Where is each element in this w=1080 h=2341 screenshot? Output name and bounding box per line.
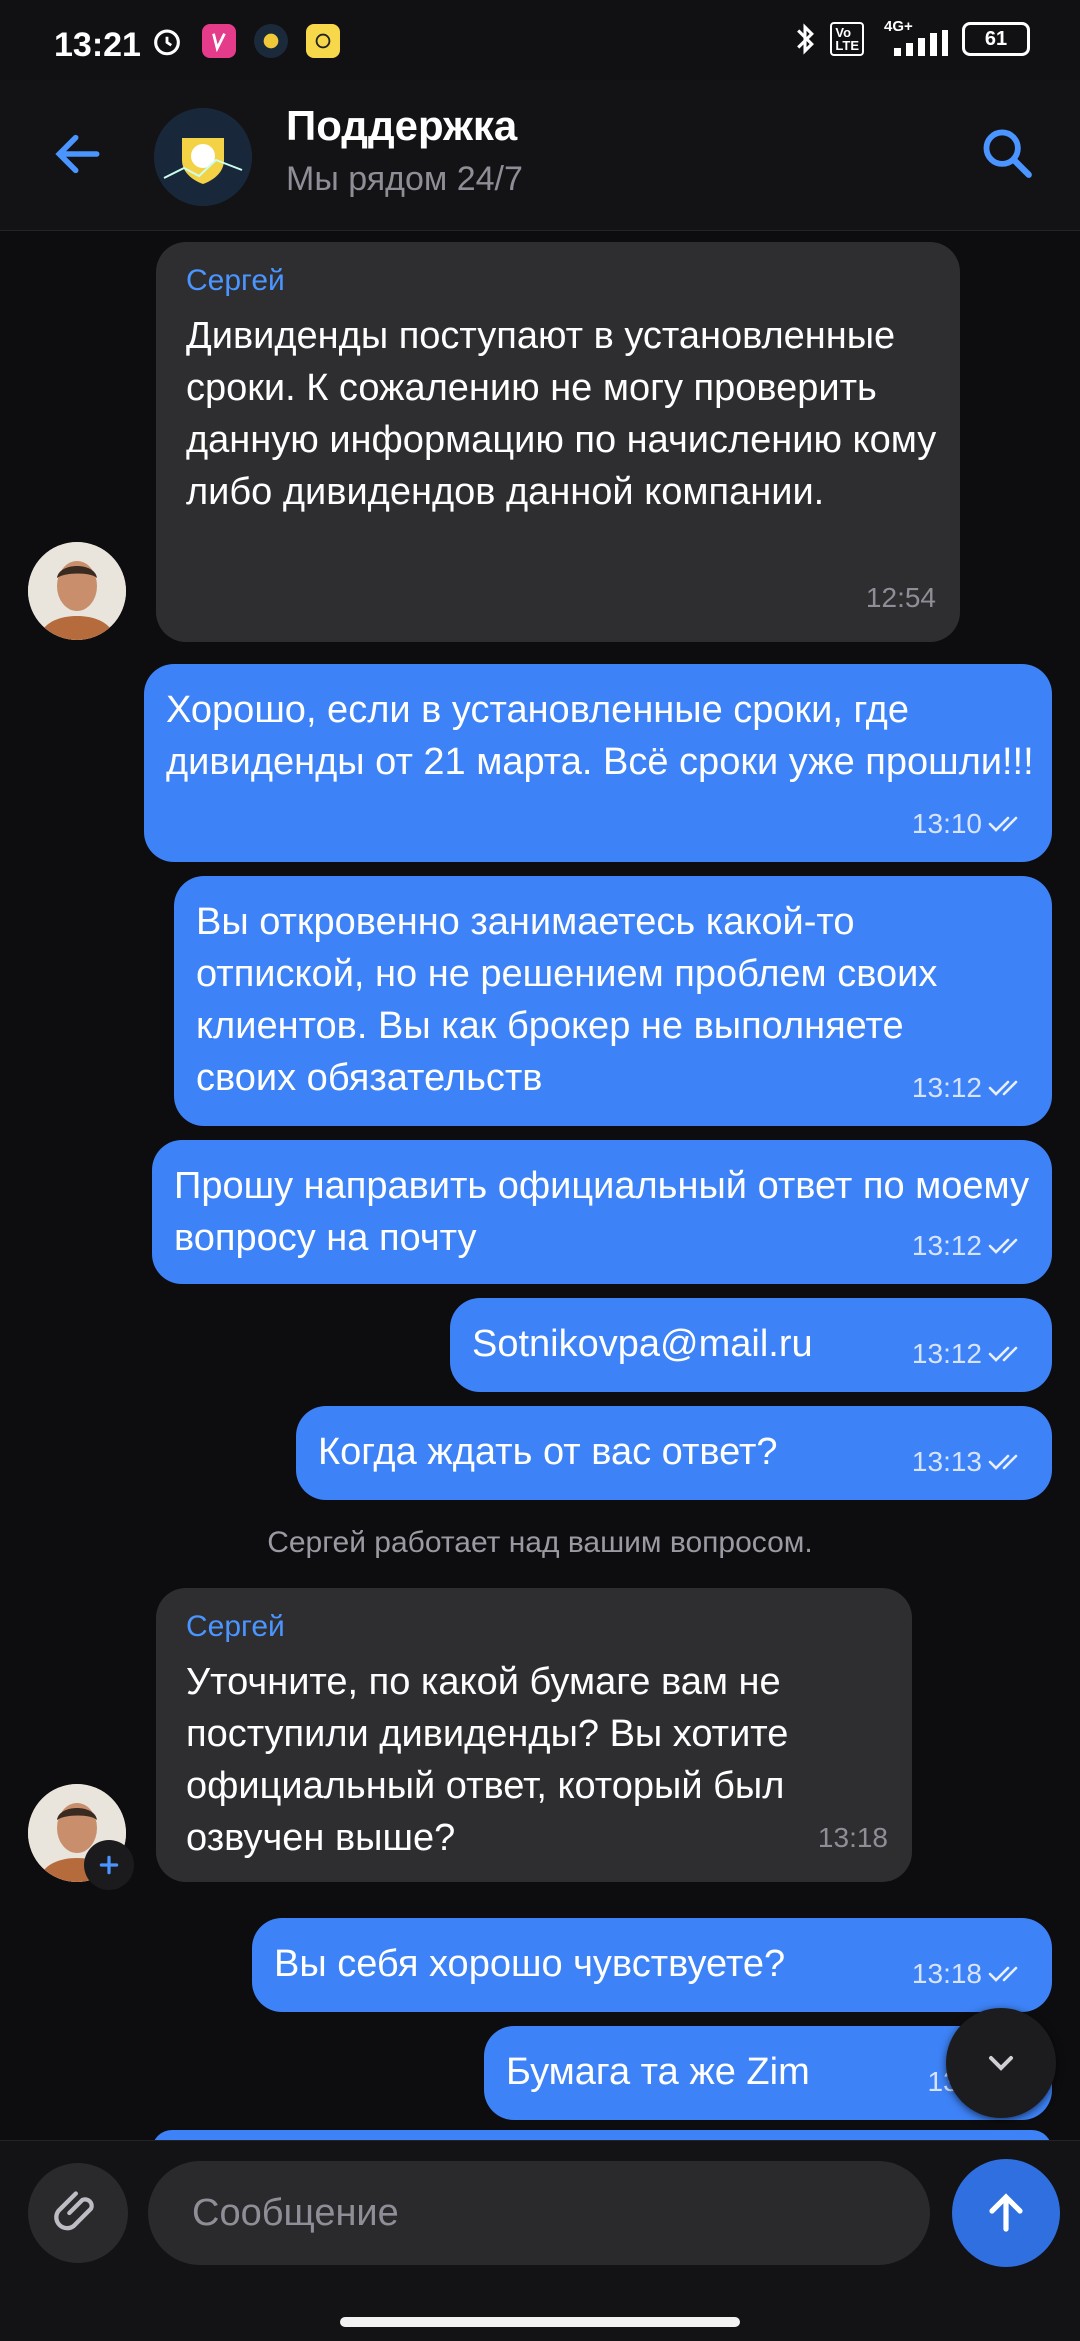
chat-title: Поддержка [286, 102, 518, 149]
read-check-icon [988, 1346, 1018, 1362]
arrow-up-icon [989, 2193, 1023, 2232]
read-check-icon [988, 1966, 1018, 1982]
home-indicator[interactable] [340, 2317, 740, 2327]
support-avatar[interactable] [154, 108, 252, 206]
arrow-left-icon [55, 134, 100, 174]
paperclip-icon [54, 2191, 94, 2231]
agent-avatar[interactable] [28, 542, 126, 640]
back-button[interactable] [50, 126, 106, 182]
message-incoming[interactable]: Сергей Дивиденды поступают в установленн… [156, 242, 960, 642]
message-outgoing[interactable]: Прошу направить официальный ответ по мое… [152, 1140, 1052, 1284]
bank-app-icon [306, 24, 340, 58]
message-time: 13:10 [911, 808, 982, 839]
message-time: 13:13 [911, 1446, 982, 1477]
message-input[interactable] [148, 2161, 930, 2265]
chat-subtitle: Мы рядом 24/7 [286, 160, 523, 198]
message-time: 13:12 [911, 1072, 982, 1103]
status-time: 13:21 [54, 26, 141, 64]
message-time: 13:12 [911, 1338, 982, 1369]
message-sender: Сергей [186, 264, 285, 297]
chevron-down-icon [989, 2056, 1013, 2071]
attach-button[interactable] [28, 2163, 128, 2263]
alarm-icon [150, 24, 184, 58]
bank-notification-icon [254, 24, 288, 58]
message-outgoing[interactable]: Sotnikovpa@mail.ru 13:12 [450, 1298, 1052, 1392]
message-time: 12:54 [865, 582, 936, 613]
app-notification-icon [202, 24, 236, 58]
battery-indicator: 61 [962, 22, 1030, 56]
system-note: Сергей работает над вашим вопросом. [267, 1526, 813, 1559]
message-text: Уточните, по какой бумаге вам не поступи… [186, 1661, 789, 1859]
search-icon [983, 129, 1032, 178]
message-outgoing[interactable]: Вы себя хорошо чувствуете? 13:18 [252, 1918, 1052, 2012]
status-bar: 13:21 Vo LTE 4G+ 61 [0, 0, 1080, 80]
volte-icon: Vo LTE [830, 22, 864, 56]
message-text: Sotnikovpa@mail.ru [472, 1323, 813, 1365]
message-time: 13:12 [911, 1230, 982, 1261]
message-text: Вы откровенно занимаетесь какой-то отпис… [196, 901, 938, 1099]
message-text: Дивиденды поступают в установленные срок… [186, 315, 937, 513]
plus-icon [99, 1855, 119, 1875]
message-outgoing[interactable]: Когда ждать от вас ответ? 13:13 [296, 1406, 1052, 1500]
signal-icon: 4G+ [878, 18, 948, 56]
message-outgoing[interactable]: Хорошо, если в установленные сроки, где … [144, 664, 1052, 862]
message-outgoing[interactable]: Вы откровенно занимаетесь какой-то отпис… [174, 876, 1052, 1126]
search-button[interactable] [978, 124, 1036, 182]
message-text: Когда ждать от вас ответ? [318, 1431, 778, 1473]
read-check-icon [988, 1454, 1018, 1470]
read-check-icon [988, 816, 1018, 832]
composer-bar [0, 2140, 1080, 2341]
chat-header: Поддержка Мы рядом 24/7 [0, 80, 1080, 231]
scroll-to-bottom-button[interactable] [946, 2008, 1056, 2118]
message-time: 13:18 [911, 1958, 982, 1989]
message-sender: Сергей [186, 1610, 285, 1643]
message-text: Вы себя хорошо чувствуете? [274, 1943, 786, 1985]
read-check-icon [988, 1238, 1018, 1254]
add-contact-badge[interactable] [84, 1840, 134, 1890]
bluetooth-icon [797, 23, 815, 55]
message-text: Хорошо, если в установленные сроки, где … [166, 689, 1034, 783]
message-incoming[interactable]: Сергей Уточните, по какой бумаге вам не … [156, 1588, 912, 1882]
read-check-icon [988, 1080, 1018, 1096]
message-time: 13:18 [817, 1822, 888, 1853]
send-button[interactable] [952, 2159, 1060, 2267]
message-text: Бумага та же Zim [506, 2051, 810, 2093]
